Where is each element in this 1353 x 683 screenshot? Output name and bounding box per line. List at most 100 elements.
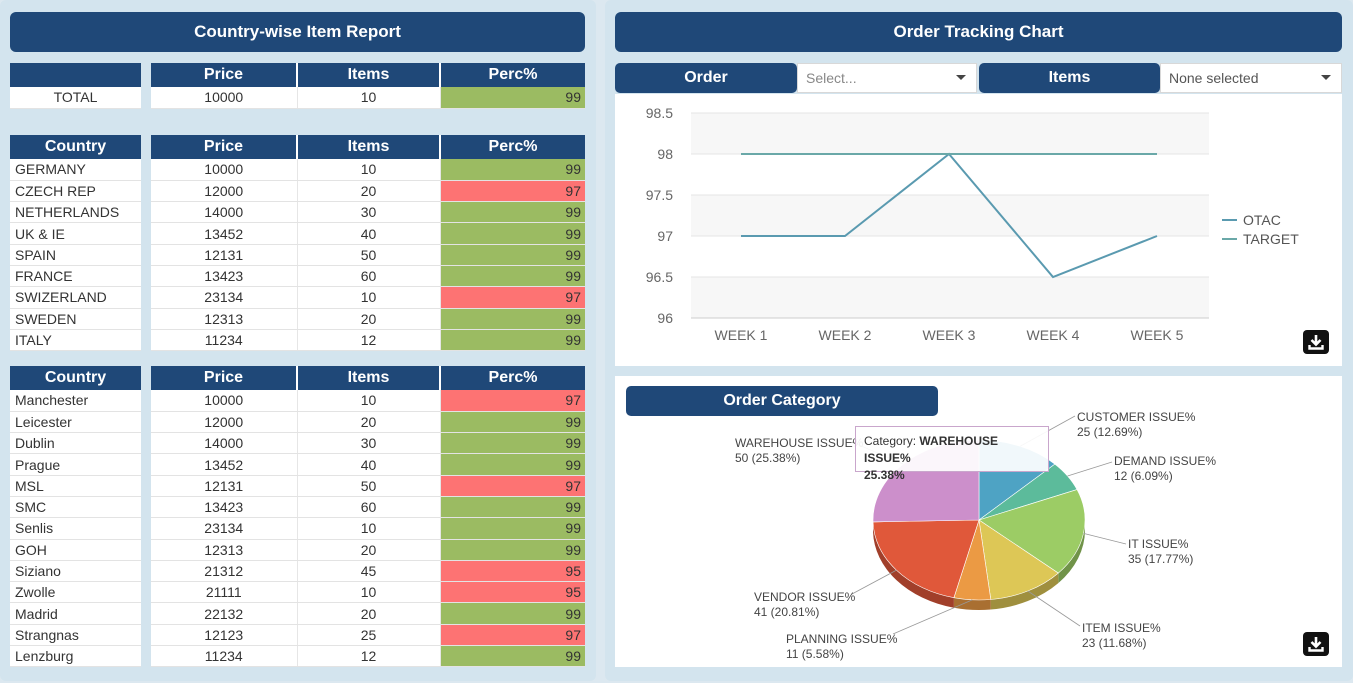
row-items: 60 xyxy=(297,265,441,288)
row-perc: 99 xyxy=(440,265,585,288)
row-perc: 99 xyxy=(440,645,585,668)
total-perc: 99 xyxy=(440,87,585,109)
order-tracking-line-chart: 98.5 98 97.5 97 96.5 96 WEEK 1 WEEK 2 WEEK 3 WEEK… xyxy=(646,105,1299,343)
order-select[interactable]: Select... xyxy=(797,63,977,93)
table-row: SWEDEN xyxy=(10,308,141,330)
row-name: GERMANY xyxy=(10,159,141,181)
x-tick-label: WEEK 5 xyxy=(1131,327,1184,343)
row-name: NETHERLANDS xyxy=(10,201,141,224)
row-name: Leicester xyxy=(10,411,141,434)
row-items: 30 xyxy=(297,201,441,224)
y-tick-label: 98.5 xyxy=(646,105,673,121)
price-header: Price xyxy=(151,63,298,87)
row-name: Strangnas xyxy=(10,624,141,647)
report-title: Country-wise Item Report xyxy=(10,12,585,52)
row-price: 22132 xyxy=(151,602,298,625)
table-row: 23134 10 97 xyxy=(151,286,585,309)
table-row: Prague xyxy=(10,453,141,476)
chevron-down-icon xyxy=(1321,75,1331,80)
items-filter-label: Items xyxy=(979,63,1160,93)
tooltip: Category: WAREHOUSE ISSUE% 25.38% xyxy=(855,426,1049,482)
order-category-pie-chart: CUSTOMER ISSUE%25 (12.69%)DEMAND ISSUE%1… xyxy=(735,410,1216,661)
table-row: 14000 30 99 xyxy=(151,201,585,224)
row-name: FRANCE xyxy=(10,265,141,288)
row-perc: 97 xyxy=(440,180,585,203)
row-perc: 95 xyxy=(440,581,585,604)
items-select[interactable]: None selected xyxy=(1160,63,1342,93)
pie-value-label: 50 (25.38%) xyxy=(735,451,800,465)
row-price: 12131 xyxy=(151,475,298,497)
tracking-title: Order Tracking Chart xyxy=(615,12,1342,52)
table-row: 13423 60 99 xyxy=(151,496,585,519)
row-items: 50 xyxy=(297,244,441,266)
row-price: 21111 xyxy=(151,581,298,604)
plot-band xyxy=(691,195,1209,236)
pie-chart-card: Order Category CUSTOMER ISSUE% 25 (12.69%… xyxy=(615,376,1342,667)
row-perc: 97 xyxy=(440,390,585,412)
pie-value-label: 12 (6.09%) xyxy=(1114,469,1173,483)
row-perc: 99 xyxy=(440,329,585,352)
tooltip-prefix: Category: xyxy=(864,434,920,448)
table-row: 12123 25 97 xyxy=(151,624,585,647)
row-items: 40 xyxy=(297,453,441,476)
row-price: 13423 xyxy=(151,265,298,288)
city-names-table: Country Manchester Leicester Dublin Prague M… xyxy=(10,366,141,668)
total-label-header xyxy=(10,63,141,87)
table-row: GERMANY xyxy=(10,159,141,181)
row-price: 12313 xyxy=(151,539,298,561)
table-row: 23134 10 99 xyxy=(151,517,585,540)
pie-label: CUSTOMER ISSUE% xyxy=(1077,410,1196,424)
table-row: Lenzburg xyxy=(10,645,141,668)
table-row: SPAIN xyxy=(10,244,141,266)
country-names-table: Country GERMANY CZECH REP NETHERLANDS UK & … xyxy=(10,135,141,352)
x-tick-label: WEEK 3 xyxy=(923,327,976,343)
row-perc: 95 xyxy=(440,560,585,583)
row-perc: 99 xyxy=(440,496,585,519)
plot-band xyxy=(691,277,1209,318)
table-row: 10000 10 99 xyxy=(151,159,585,181)
table-row: Manchester xyxy=(10,390,141,412)
pie-label: IT ISSUE% xyxy=(1128,537,1189,551)
row-items: 10 xyxy=(297,286,441,309)
row-name: Madrid xyxy=(10,602,141,625)
row-perc: 99 xyxy=(440,602,585,625)
pie-connector xyxy=(1027,590,1081,627)
pie-label: VENDOR ISSUE% xyxy=(754,590,856,604)
row-name: Lenzburg xyxy=(10,645,141,668)
table-row: SMC xyxy=(10,496,141,519)
table-row: 10000 10 97 xyxy=(151,390,585,412)
row-perc: 97 xyxy=(440,286,585,309)
row-price: 21312 xyxy=(151,560,298,583)
pie-label: WAREHOUSE ISSUE% xyxy=(735,436,864,450)
table-row: 12131 50 97 xyxy=(151,475,585,497)
table-row: 21111 10 95 xyxy=(151,581,585,604)
table-row: 12000 20 97 xyxy=(151,180,585,203)
row-perc: 99 xyxy=(440,411,585,434)
total-label: TOTAL xyxy=(10,87,141,109)
total-price: 10000 xyxy=(151,87,298,109)
row-items: 12 xyxy=(297,329,441,352)
table-row: Leicester xyxy=(10,411,141,434)
row-price: 13452 xyxy=(151,453,298,476)
pie-value-label: 11 (5.58%) xyxy=(786,647,844,661)
pie-label: DEMAND ISSUE% xyxy=(1114,454,1216,468)
row-name: CZECH REP xyxy=(10,180,141,203)
total-values-table: Price Items Perc% 10000 10 99 xyxy=(151,63,585,109)
row-name: SWEDEN xyxy=(10,308,141,330)
row-price: 10000 xyxy=(151,159,298,181)
row-perc: 97 xyxy=(440,624,585,647)
country-header: Country xyxy=(10,135,141,159)
download-icon[interactable] xyxy=(1303,330,1329,354)
row-perc: 99 xyxy=(440,244,585,266)
pie-connector xyxy=(851,569,897,595)
row-items: 20 xyxy=(297,180,441,203)
row-perc: 99 xyxy=(440,201,585,224)
table-row: Dublin xyxy=(10,432,141,455)
download-icon[interactable] xyxy=(1303,632,1329,656)
tooltip-value: 25.38% xyxy=(864,468,905,482)
perc-header: Perc% xyxy=(440,366,585,390)
table-row: Siziano xyxy=(10,560,141,583)
items-header: Items xyxy=(297,135,441,159)
pie-value-label: 23 (11.68%) xyxy=(1082,636,1146,650)
row-items: 20 xyxy=(297,411,441,434)
